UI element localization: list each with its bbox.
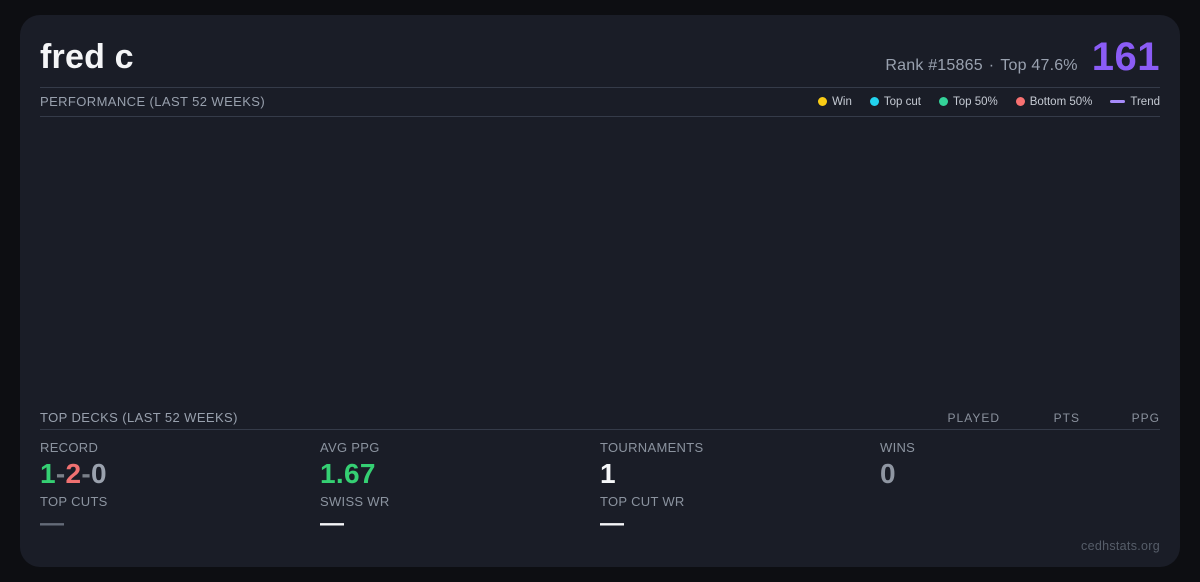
legend-item-trend[interactable]: Trend bbox=[1110, 96, 1160, 108]
legend-label: Trend bbox=[1130, 95, 1160, 108]
top-50-dot-icon bbox=[938, 97, 948, 106]
legend-label: Top 50% bbox=[952, 95, 998, 108]
top-cut-wr-label: TOP CUT WR bbox=[600, 494, 685, 509]
top-decks-section-header: TOP DECKS (LAST 52 WEEKS) PLAYED PTS PPG bbox=[40, 402, 1160, 430]
rank-separator: · bbox=[988, 57, 995, 74]
rank-text: Rank #15865 · Top 47.6% bbox=[885, 57, 1077, 75]
legend-item-win[interactable]: Win bbox=[818, 96, 852, 108]
wins-value: 0 bbox=[880, 458, 896, 489]
bottom-50-dot-icon bbox=[1015, 97, 1025, 106]
record-separator: - bbox=[55, 458, 66, 489]
legend-item-bottom-50[interactable]: Bottom 50% bbox=[1015, 95, 1093, 108]
record-draws: 0 bbox=[91, 458, 107, 489]
player-name: fred c bbox=[40, 38, 134, 76]
legend-label: Win bbox=[832, 95, 852, 108]
win-dot-icon bbox=[818, 97, 828, 106]
record-label: RECORD bbox=[40, 440, 99, 455]
record-separator: - bbox=[81, 458, 91, 489]
stat-column-wins: WINS 0 bbox=[880, 440, 1160, 539]
avg-ppg-value: 1.67 bbox=[320, 458, 376, 489]
stats-grid: RECORD 1-2-0 TOP CUTS — AVG PPG 1.67 SWI… bbox=[40, 430, 1160, 539]
legend-item-top-cut[interactable]: Top cut bbox=[869, 95, 921, 108]
trend-line-icon bbox=[1110, 100, 1126, 103]
record-value: 1-2-0 bbox=[40, 457, 320, 490]
rank-summary: Rank #15865 · Top 47.6% 161 bbox=[885, 37, 1160, 77]
swiss-wr-value: — bbox=[320, 510, 345, 537]
legend-label: Top cut bbox=[883, 95, 921, 108]
record-wins: 1 bbox=[40, 458, 56, 489]
stat-column-tournaments: TOURNAMENTS 1 TOP CUT WR — bbox=[600, 440, 880, 539]
deck-table-headers: PLAYED PTS PPG bbox=[870, 411, 1160, 425]
record-losses: 2 bbox=[65, 458, 82, 489]
legend-label: Bottom 50% bbox=[1029, 95, 1093, 108]
card-header: fred c Rank #15865 · Top 47.6% 161 bbox=[40, 37, 1160, 88]
top-cuts-label: TOP CUTS bbox=[40, 494, 108, 509]
avg-ppg-label: AVG PPG bbox=[320, 440, 380, 455]
performance-section-title: PERFORMANCE (LAST 52 WEEKS) bbox=[40, 94, 266, 109]
stat-column-record: RECORD 1-2-0 TOP CUTS — bbox=[40, 440, 320, 539]
performance-section-header: PERFORMANCE (LAST 52 WEEKS) Win Top cut … bbox=[40, 88, 1160, 117]
column-header-ppg: PPG bbox=[1131, 410, 1160, 425]
stat-column-avg-ppg: AVG PPG 1.67 SWISS WR — bbox=[320, 440, 600, 539]
player-stats-card: fred c Rank #15865 · Top 47.6% 161 PERFORM… bbox=[20, 15, 1180, 567]
top-cut-dot-icon bbox=[869, 97, 879, 106]
top-decks-section-title: TOP DECKS (LAST 52 WEEKS) bbox=[40, 410, 238, 425]
rank-label: Rank #15865 bbox=[885, 57, 983, 74]
performance-chart bbox=[40, 117, 1160, 402]
top-percent-label: Top 47.6% bbox=[1000, 57, 1078, 74]
tournaments-label: TOURNAMENTS bbox=[600, 440, 704, 455]
column-header-pts: PTS bbox=[1053, 410, 1080, 425]
legend-item-top-50[interactable]: Top 50% bbox=[938, 95, 998, 108]
wins-label: WINS bbox=[880, 440, 916, 455]
tournaments-value: 1 bbox=[600, 458, 616, 489]
watermark: cedhstats.org bbox=[1081, 539, 1160, 553]
top-cut-wr-value: — bbox=[600, 510, 625, 537]
top-cuts-value: — bbox=[40, 510, 65, 537]
column-header-played: PLAYED bbox=[947, 410, 1000, 425]
chart-legend: Win Top cut Top 50% Bottom 50% Trend bbox=[818, 96, 1160, 108]
player-score: 161 bbox=[1091, 35, 1160, 79]
swiss-wr-label: SWISS WR bbox=[320, 494, 390, 509]
